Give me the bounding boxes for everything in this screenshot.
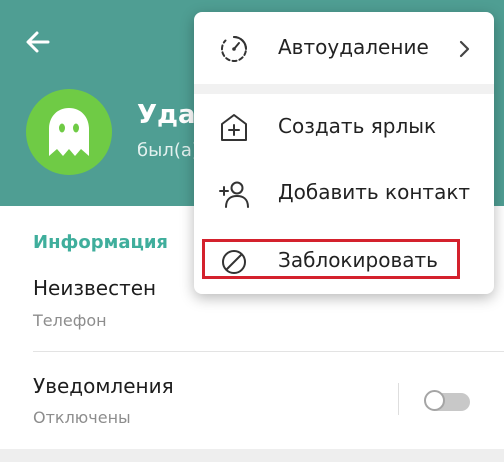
chevron-right-icon [459, 40, 470, 58]
vertical-divider [398, 383, 399, 415]
arrow-left-icon [26, 31, 50, 53]
timer-icon [221, 36, 247, 62]
toggle-thumb [424, 390, 445, 411]
menu-section-gap [194, 84, 494, 94]
notifications-status: Отключены [33, 408, 131, 427]
phone-label: Телефон [33, 311, 107, 330]
section-separator [0, 449, 504, 462]
menu-item-add-contact[interactable]: Добавить контакт [194, 162, 494, 224]
notifications-toggle[interactable] [424, 390, 470, 412]
menu-item-label: Создать ярлык [278, 114, 437, 138]
notifications-label[interactable]: Уведомления [33, 374, 174, 398]
add-person-icon [219, 181, 249, 208]
highlight-box [202, 239, 460, 279]
divider [33, 351, 504, 352]
ghost-icon [49, 108, 89, 156]
menu-item-create-shortcut[interactable]: Создать ярлык [194, 96, 494, 158]
overflow-menu: Автоудаление Создать ярлык Добавить конт… [194, 12, 494, 294]
contact-status: был(а) [137, 140, 199, 161]
phone-value[interactable]: Неизвестен [33, 276, 156, 300]
add-shortcut-icon [221, 114, 247, 141]
menu-item-autodelete[interactable]: Автоудаление [194, 17, 494, 79]
section-title-info: Информация [33, 232, 168, 253]
back-button[interactable] [20, 24, 56, 60]
avatar[interactable] [26, 89, 112, 175]
menu-item-label: Автоудаление [278, 35, 429, 59]
menu-item-label: Добавить контакт [278, 180, 471, 204]
